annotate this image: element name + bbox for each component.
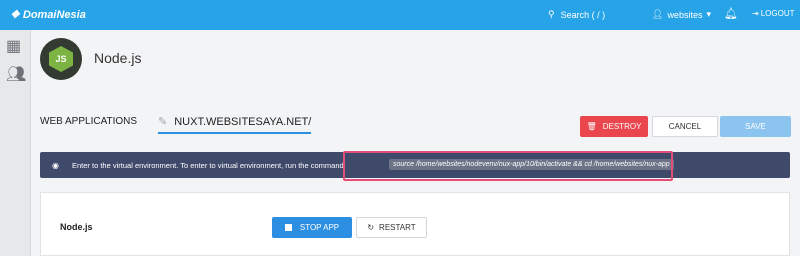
stop-label: STOP APP xyxy=(299,223,340,232)
user-name: websites xyxy=(667,9,703,20)
rss-icon: ◉ xyxy=(52,161,59,170)
notice-text: Enter to the virtual environment. To ent… xyxy=(72,161,346,170)
restart-button[interactable]: ↻ RESTART xyxy=(356,217,427,238)
user-menu[interactable]: 👤︎ websites ▾ xyxy=(652,9,711,20)
page-title: Node.js xyxy=(94,50,142,66)
logout-button[interactable]: ⇥ LOGOUT xyxy=(752,9,794,18)
nodejs-hexagon-icon: JS xyxy=(49,46,73,72)
restart-icon: ↻ xyxy=(367,223,375,232)
user-icon: 👤︎ xyxy=(652,9,664,19)
search-icon: ⚲ xyxy=(548,9,555,19)
search-label: Search ( / ) xyxy=(560,9,606,20)
section-label: WEB APPLICATIONS xyxy=(40,116,138,127)
domain-tab[interactable]: ✎ NUXT.WEBSITESAYA.NET/ xyxy=(158,115,312,134)
stop-app-button[interactable]: STOP APP xyxy=(272,217,352,238)
brand-logo[interactable]: ❖ DomaiNesia xyxy=(10,8,86,22)
logout-icon: ⇥ xyxy=(752,9,759,18)
restart-label: RESTART xyxy=(379,223,416,232)
sidebar: ▦ 👥︎ xyxy=(0,30,31,256)
brand-mark-icon: ❖ xyxy=(10,9,20,21)
panel-label: Node.js xyxy=(60,222,93,232)
save-button[interactable]: SAVE xyxy=(720,116,791,137)
stop-icon xyxy=(284,224,292,231)
pencil-icon: ✎ xyxy=(158,116,168,128)
chevron-down-icon: ▾ xyxy=(706,9,711,19)
domain-label: NUXT.WEBSITESAYA.NET/ xyxy=(174,115,312,128)
apps-grid-icon[interactable]: ▦ xyxy=(6,36,21,56)
cancel-button[interactable]: CANCEL xyxy=(652,116,718,137)
logout-label: LOGOUT xyxy=(760,9,795,18)
search-button[interactable]: ⚲ Search ( / ) xyxy=(548,9,605,20)
users-icon[interactable]: 👥︎ xyxy=(6,64,26,84)
command-highlight-box xyxy=(343,151,673,181)
notifications-bell-icon[interactable]: 🔔︎ xyxy=(724,7,738,20)
brand-name: DomaiNesia xyxy=(22,8,86,21)
top-navigation-bar: ❖ DomaiNesia ⚲ Search ( / ) 👤︎ websites … xyxy=(0,0,800,30)
trash-icon: 🗑︎ xyxy=(586,122,597,131)
nodejs-logo: JS xyxy=(40,38,82,80)
destroy-label: DESTROY xyxy=(602,122,642,131)
destroy-button[interactable]: 🗑︎ DESTROY xyxy=(580,116,648,137)
